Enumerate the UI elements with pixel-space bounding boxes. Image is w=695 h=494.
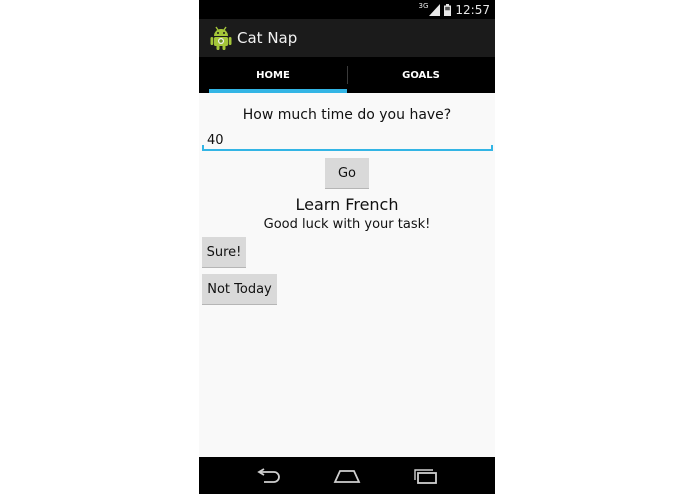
clock-time: 12:57 [455,2,490,17]
home-icon [333,469,361,483]
input-underline-right-edge [491,145,493,151]
network-type-label: 3G [418,2,429,10]
sure-button[interactable]: Sure! [202,237,246,268]
tab-goals-label: GOALS [402,69,440,81]
tab-bar: HOME GOALS [199,57,495,93]
battery-icon [444,3,452,16]
home-content: How much time do you have? Go Learn Fren… [199,93,495,457]
action-bar: Cat Nap [199,19,495,57]
time-input[interactable] [202,131,493,151]
time-prompt: How much time do you have? [242,107,452,123]
go-button[interactable]: Go [325,158,369,189]
tab-home[interactable]: HOME [199,57,347,93]
recent-apps-icon [413,468,437,484]
tab-home-label: HOME [256,69,290,81]
signal-icon [429,3,441,16]
android-robot-icon [210,26,232,50]
not-today-button[interactable]: Not Today [202,274,277,305]
input-underline-left-edge [202,145,204,151]
home-button[interactable] [329,464,365,488]
recent-apps-button[interactable] [408,464,444,488]
status-bar: 3G 12:57 [199,0,495,19]
navigation-bar [199,457,495,494]
task-message: Good luck with your task! [263,217,431,232]
app-title: Cat Nap [237,29,298,47]
phone-screen: 3G 12:57 Cat Nap HOME GOALS How much tim… [199,0,495,494]
back-button[interactable] [250,464,286,488]
tab-goals[interactable]: GOALS [347,57,495,93]
back-icon [257,467,281,483]
task-title: Learn French [295,195,399,214]
